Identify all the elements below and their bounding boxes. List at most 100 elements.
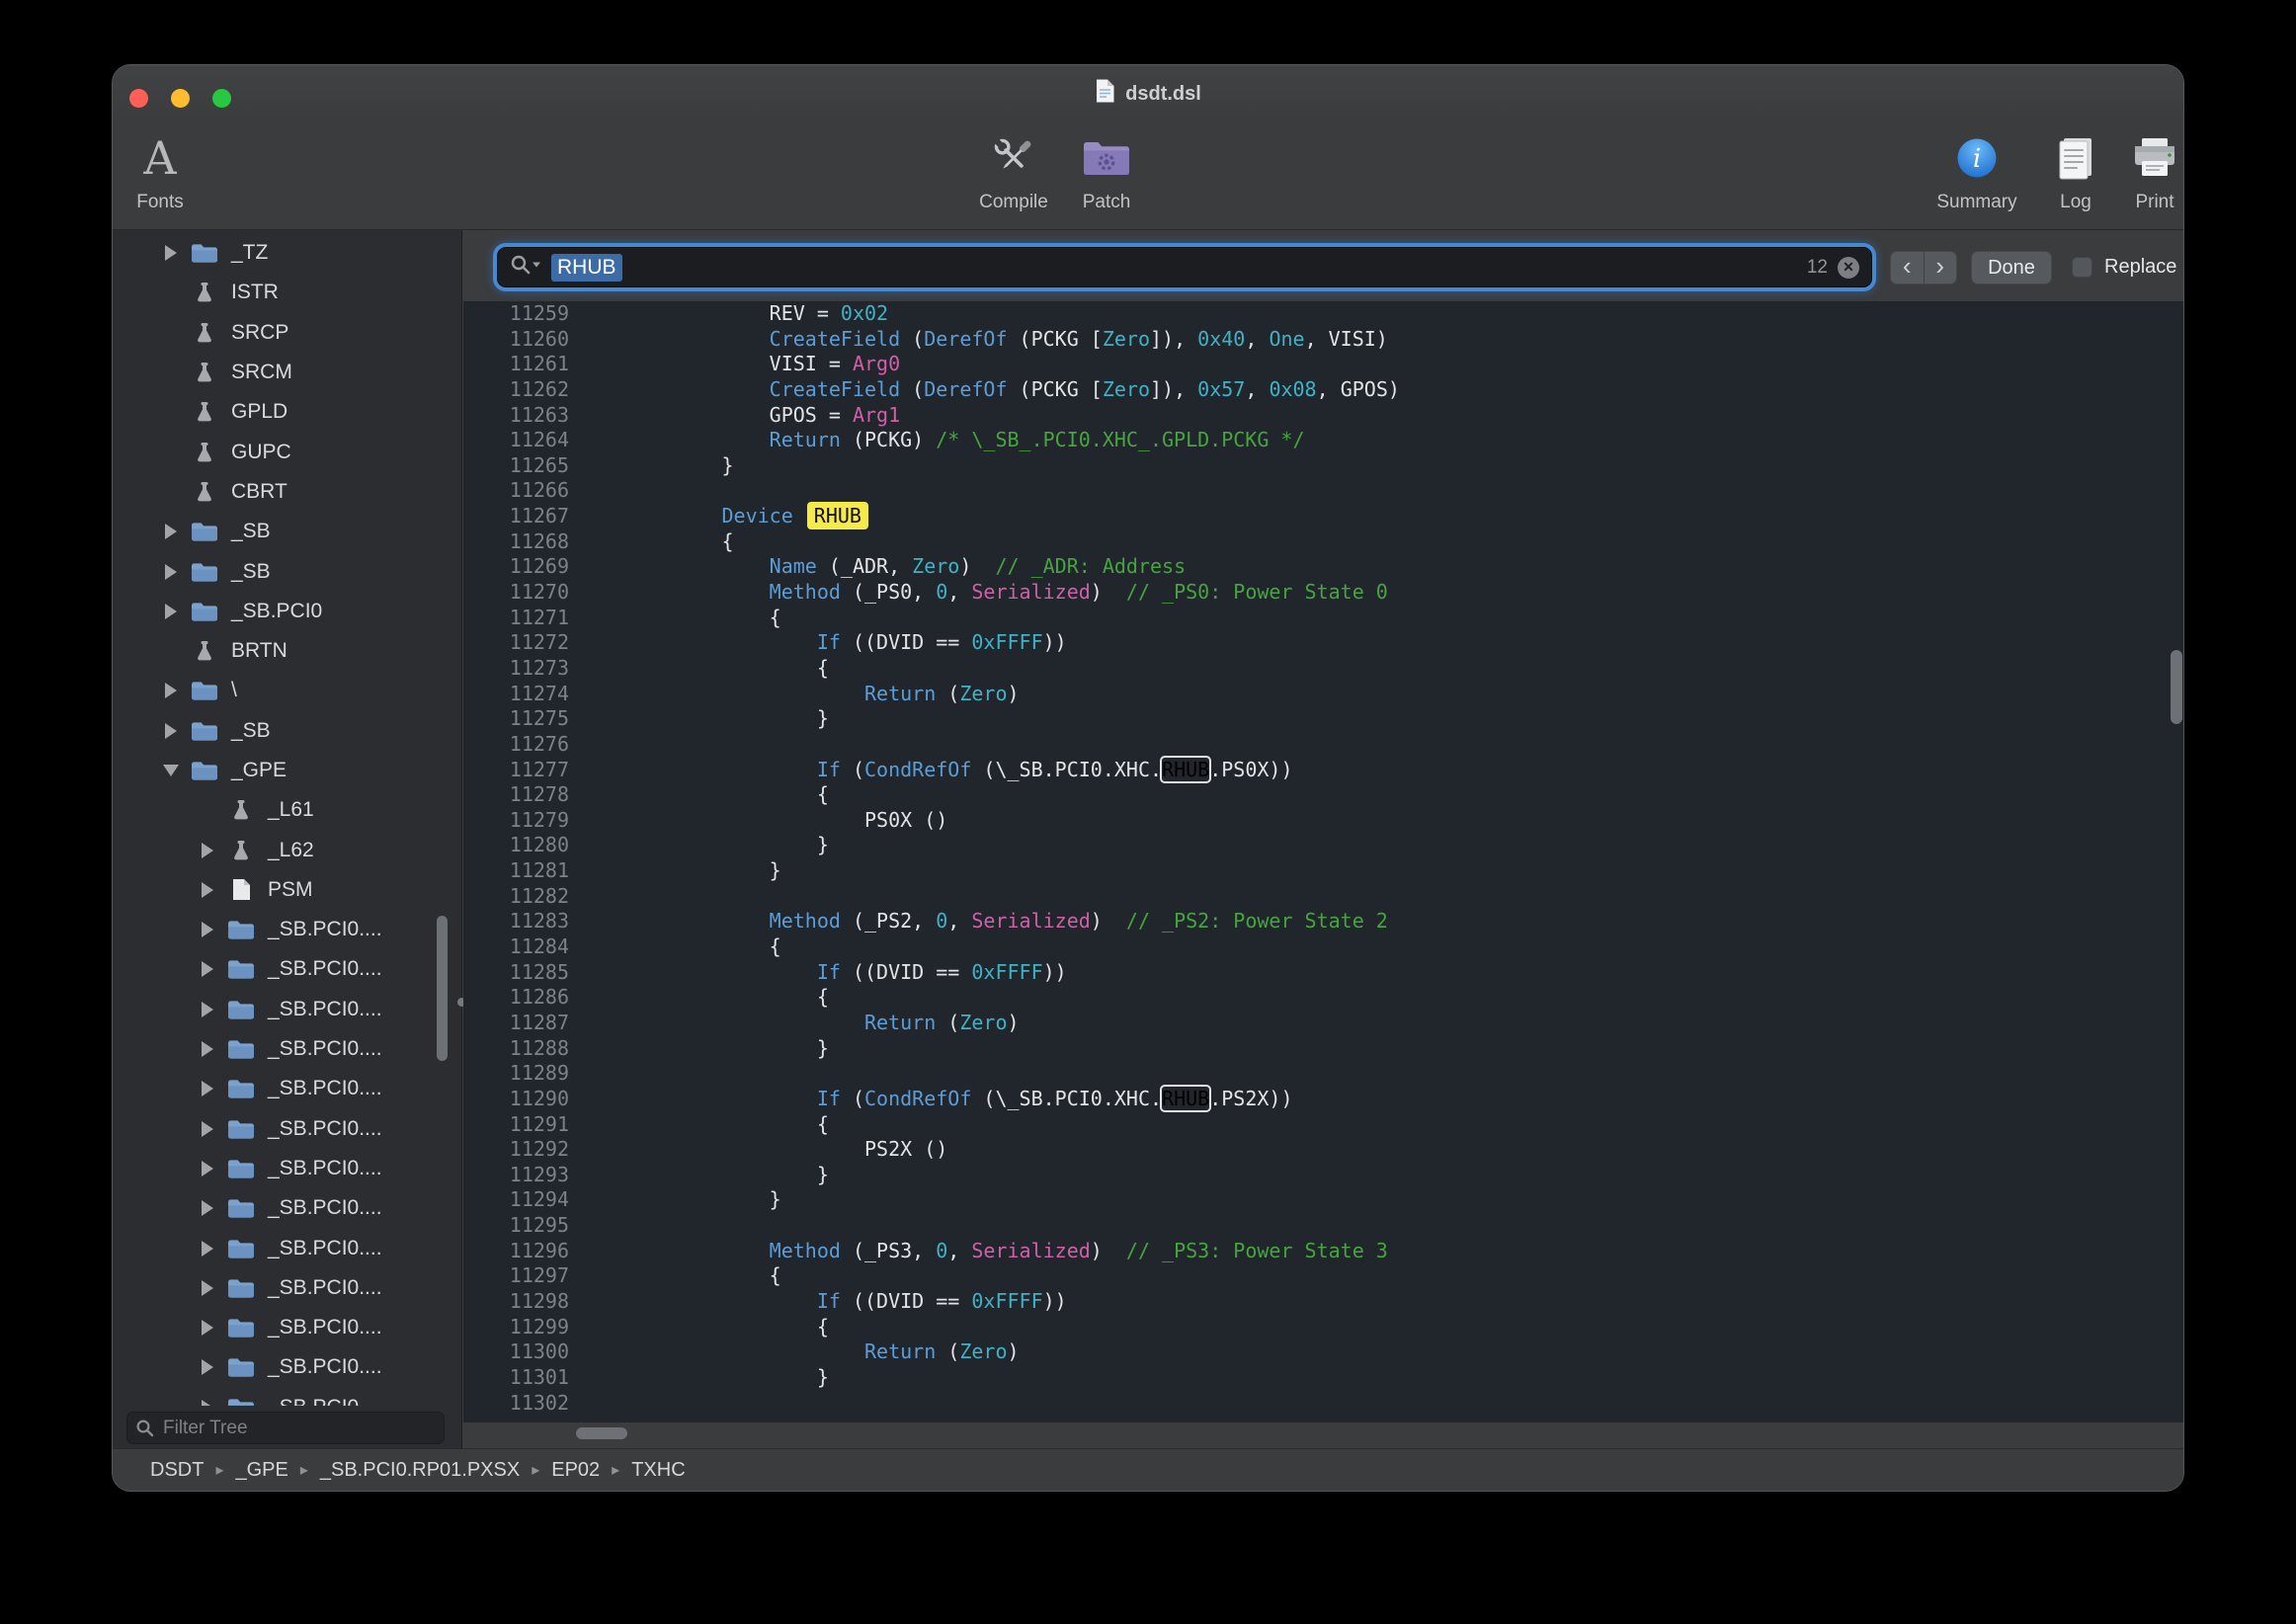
disclosure-triangle-icon[interactable] — [191, 1002, 224, 1017]
sidebar-item[interactable]: _SB.PCI0.... — [113, 1308, 450, 1347]
sidebar-item-label: _SB.PCI0.... — [268, 1077, 382, 1100]
sidebar-item[interactable]: BRTN — [113, 631, 450, 671]
disclosure-triangle-icon[interactable] — [191, 1081, 224, 1096]
method-icon — [190, 639, 219, 663]
disclosure-triangle-icon[interactable] — [191, 961, 224, 977]
code-lines: 11259 REV = 0x0211260 CreateField (Deref… — [463, 301, 2183, 1416]
minimize-button[interactable] — [171, 89, 190, 108]
sidebar-item-label: _SB.PCI0.... — [268, 957, 382, 981]
sidebar-item[interactable]: CBRT — [113, 472, 450, 512]
sidebar-item[interactable]: _SB.PCI0.... — [113, 1188, 450, 1228]
disclosure-triangle-icon[interactable] — [191, 1241, 224, 1257]
code-line: 11287 Return (Zero) — [463, 1011, 2183, 1036]
sidebar-item[interactable]: SRCM — [113, 353, 450, 392]
line-number: 11271 — [463, 606, 569, 631]
breadcrumb-segment[interactable]: DSDT — [150, 1459, 204, 1482]
code-line: 11290 If (CondRefOf (\_SB.PCI0.XHC.RHUB.… — [463, 1087, 2183, 1112]
sidebar-item[interactable]: _L62 — [113, 830, 450, 869]
breadcrumb-segment[interactable]: _GPE — [235, 1459, 287, 1482]
sidebar-item[interactable]: _GPE — [113, 751, 450, 790]
sidebar-scrollbar[interactable] — [437, 916, 448, 1061]
disclosure-triangle-icon[interactable] — [154, 683, 188, 698]
done-button[interactable]: Done — [1971, 251, 2052, 284]
editor-vertical-scrollbar[interactable] — [2171, 650, 2182, 724]
code-text: CreateField (DerefOf (PCKG [Zero]), 0x57… — [579, 377, 1400, 403]
sidebar-item[interactable]: GPLD — [113, 392, 450, 432]
sidebar-item[interactable]: _SB.PCI0.... — [113, 1347, 450, 1387]
disclosure-triangle-icon[interactable] — [191, 1161, 224, 1177]
code-text: Method (_PS0, 0, Serialized) // _PS0: Po… — [579, 580, 1388, 606]
sidebar-item[interactable]: _SB.PCI0 — [113, 592, 450, 631]
sidebar-item-label: _SB.PCI0.... — [268, 1157, 382, 1180]
breadcrumb-segment[interactable]: EP02 — [551, 1459, 600, 1482]
disclosure-triangle-icon[interactable] — [191, 1200, 224, 1216]
disclosure-triangle-icon[interactable] — [154, 564, 188, 580]
code-editor[interactable]: 11259 REV = 0x0211260 CreateField (Deref… — [463, 301, 2183, 1422]
breadcrumb-segment[interactable]: TXHC — [631, 1459, 685, 1482]
sidebar-item[interactable]: _SB.PCI0.... — [113, 1149, 450, 1188]
find-next-button[interactable]: › — [1925, 252, 1957, 284]
compile-button[interactable]: Compile — [966, 126, 1061, 213]
disclosure-triangle-icon[interactable] — [154, 765, 188, 776]
replace-checkbox[interactable] — [2072, 257, 2092, 278]
sidebar-item[interactable]: _SB.PCI0.... — [113, 1228, 450, 1267]
sidebar-item[interactable]: SRCP — [113, 313, 450, 353]
sidebar-item[interactable]: GUPC — [113, 432, 450, 471]
editor-horizontal-scrollbar[interactable] — [576, 1427, 627, 1439]
main-pane: RHUB 12 ✕ ‹ › Done Replace 11259 REV = 0… — [463, 230, 2183, 1448]
sidebar-item-label: _SB.PCI0.... — [268, 1276, 382, 1300]
print-button[interactable]: Print — [2107, 126, 2183, 213]
code-line: 11297 { — [463, 1263, 2183, 1289]
breadcrumb-segment[interactable]: _SB.PCI0.RP01.PXSX — [320, 1459, 520, 1482]
disclosure-triangle-icon[interactable] — [154, 604, 188, 619]
find-previous-button[interactable]: ‹ — [1891, 252, 1925, 284]
code-line: 11264 Return (PCKG) /* \_SB_.PCI0.XHC_.G… — [463, 428, 2183, 453]
clear-search-icon[interactable]: ✕ — [1838, 257, 1859, 279]
toolbar: A Fonts Compile — [113, 122, 2183, 229]
sidebar-item[interactable]: _SB.PCI0.... — [113, 1069, 450, 1108]
disclosure-triangle-icon[interactable] — [191, 1041, 224, 1057]
code-line: 11274 Return (Zero) — [463, 682, 2183, 707]
disclosure-triangle-icon[interactable] — [154, 524, 188, 539]
patch-button[interactable]: Patch — [1059, 126, 1154, 213]
patch-folder-icon — [1081, 126, 1132, 190]
disclosure-triangle-icon[interactable] — [154, 723, 188, 739]
sidebar-item[interactable]: _SB.PCI0.... — [113, 990, 450, 1029]
sidebar-item[interactable]: _SB — [113, 512, 450, 551]
disclosure-triangle-icon[interactable] — [191, 1400, 224, 1406]
code-line: 11265 } — [463, 453, 2183, 479]
disclosure-triangle-icon[interactable] — [154, 245, 188, 261]
sidebar-item[interactable]: _SB.PCI0.... — [113, 1109, 450, 1149]
zoom-button[interactable] — [212, 89, 231, 108]
close-button[interactable] — [129, 89, 148, 108]
sidebar-item[interactable]: _SB.PCI0.... — [113, 1388, 450, 1406]
summary-button[interactable]: i Summary — [1929, 126, 2024, 213]
sidebar-item[interactable]: _L61 — [113, 790, 450, 830]
sidebar-item[interactable]: _SB.PCI0.... — [113, 1029, 450, 1069]
line-number: 11270 — [463, 580, 569, 606]
disclosure-triangle-icon[interactable] — [191, 1359, 224, 1375]
disclosure-triangle-icon[interactable] — [191, 1280, 224, 1296]
sidebar-item[interactable]: ISTR — [113, 273, 450, 312]
disclosure-triangle-icon[interactable] — [191, 1121, 224, 1137]
sidebar-item[interactable]: _TZ — [113, 233, 450, 273]
sidebar-item-label: _L61 — [268, 798, 314, 822]
search-field[interactable]: RHUB 12 ✕ — [497, 247, 1872, 287]
sidebar-item[interactable]: _SB.PCI0.... — [113, 949, 450, 989]
sidebar-item[interactable]: _SB — [113, 551, 450, 591]
disclosure-triangle-icon[interactable] — [191, 843, 224, 858]
disclosure-triangle-icon[interactable] — [191, 922, 224, 937]
sidebar-item[interactable]: _SB.PCI0.... — [113, 910, 450, 949]
sidebar-item[interactable]: _SB.PCI0.... — [113, 1268, 450, 1308]
sidebar-item[interactable]: \ — [113, 671, 450, 710]
filter-tree-input[interactable] — [126, 1412, 445, 1444]
search-menu-icon[interactable] — [510, 254, 541, 281]
line-number: 11298 — [463, 1289, 569, 1315]
disclosure-triangle-icon[interactable] — [191, 882, 224, 898]
disclosure-triangle-icon[interactable] — [191, 1320, 224, 1336]
sidebar-item[interactable]: PSM — [113, 870, 450, 910]
sidebar-item-label: _GPE — [231, 759, 287, 782]
folder-icon — [190, 679, 219, 702]
fonts-button[interactable]: A Fonts — [113, 126, 207, 213]
sidebar-item[interactable]: _SB — [113, 711, 450, 751]
